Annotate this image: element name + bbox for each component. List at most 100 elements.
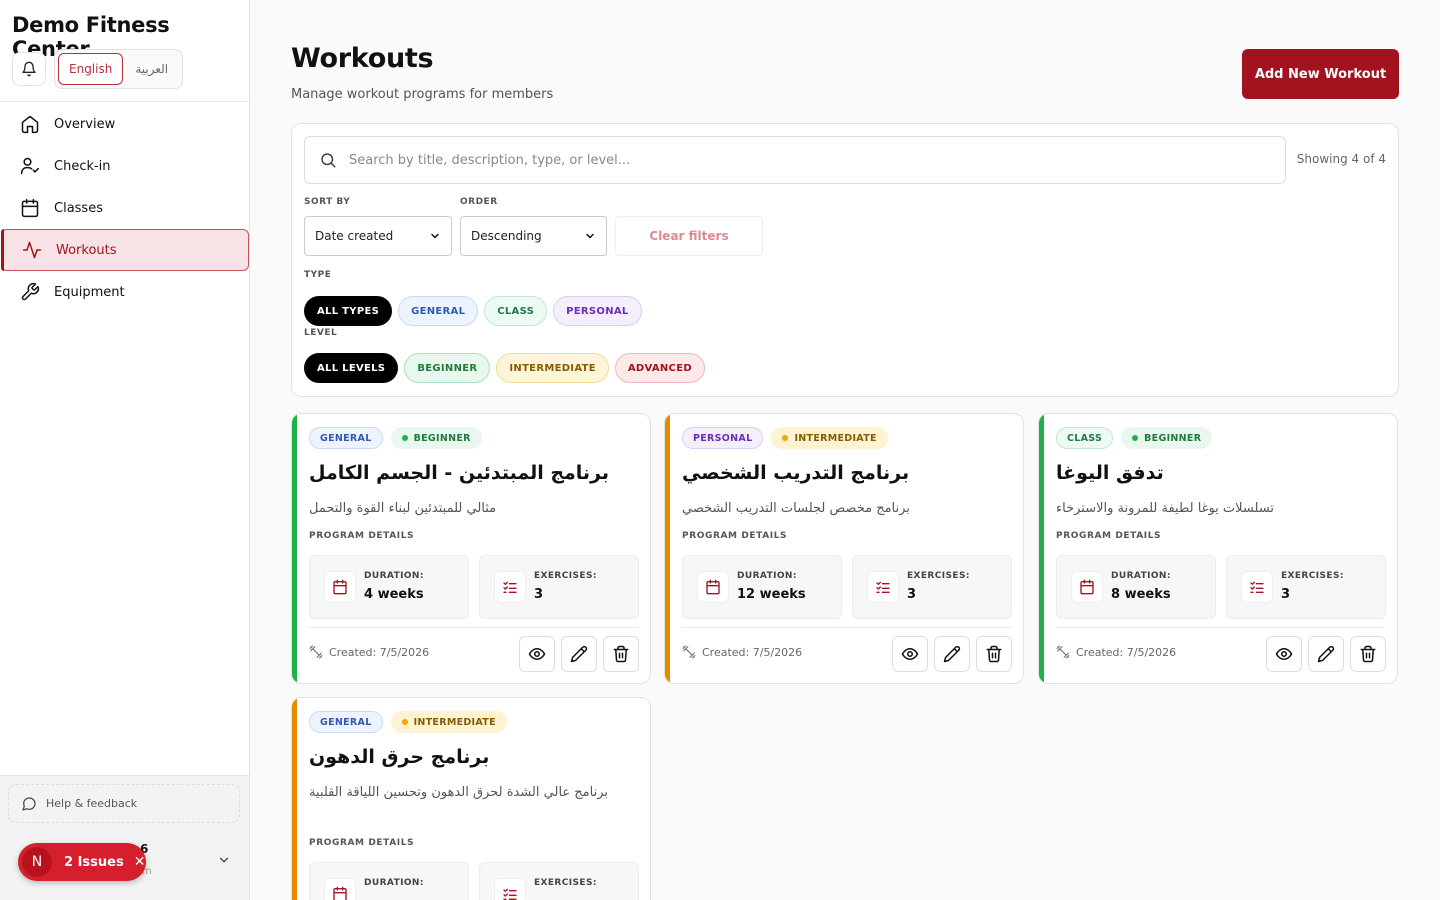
- list-checks-icon: [494, 878, 526, 900]
- view-button[interactable]: [519, 636, 555, 672]
- level-dot: [782, 435, 789, 441]
- notifications-button[interactable]: [12, 52, 46, 86]
- created-date: Created: 7/5/2026: [309, 645, 429, 659]
- sort-by-value: Date created: [315, 229, 394, 243]
- type-chip-personal[interactable]: PERSONAL: [553, 296, 642, 326]
- workout-title: برنامج حرق الدهون: [309, 746, 490, 768]
- sidebar-nav: Overview Check-in Classes Workouts Equip…: [0, 103, 249, 313]
- lang-english-button[interactable]: English: [58, 53, 124, 85]
- calendar-icon: [697, 571, 729, 603]
- card-accent-stripe: [292, 414, 297, 683]
- workout-description: برنامج مخصص لجلسات التدريب الشخصي: [682, 501, 910, 516]
- card-divider: [682, 627, 1011, 628]
- add-workout-button[interactable]: Add New Workout: [1242, 49, 1399, 99]
- clear-filters-button[interactable]: Clear filters: [615, 216, 763, 256]
- trash-icon: [613, 645, 629, 663]
- home-icon: [21, 115, 39, 134]
- card-accent-stripe: [292, 698, 297, 900]
- language-switcher: English العربية: [54, 49, 183, 89]
- order-select[interactable]: Descending: [460, 216, 607, 256]
- user-menu-toggle[interactable]: [217, 852, 231, 871]
- exercises-stat: EXERCISES:: [479, 862, 639, 900]
- edit-button[interactable]: [1308, 636, 1344, 672]
- help-label: Help & feedback: [46, 797, 138, 810]
- delete-button[interactable]: [976, 636, 1012, 672]
- order-value: Descending: [471, 229, 542, 243]
- activity-icon: [22, 241, 42, 259]
- duration-value: 12 weeks: [737, 587, 806, 602]
- exercises-label: EXERCISES:: [534, 878, 597, 888]
- chevron-down-icon: [219, 857, 229, 863]
- card-divider: [309, 627, 638, 628]
- exercises-stat: EXERCISES: 3: [852, 555, 1012, 619]
- workout-title: برنامج المبتدئين - الجسم الكامل: [309, 462, 610, 484]
- type-chip-general[interactable]: GENERAL: [398, 296, 479, 326]
- level-badge: BEGINNER: [390, 427, 482, 449]
- level-label: LEVEL: [304, 328, 338, 338]
- filters-panel: Search by title, description, type, or l…: [291, 123, 1399, 397]
- sidebar-item-check-in[interactable]: Check-in: [0, 145, 249, 187]
- created-text: Created: 7/5/2026: [702, 645, 803, 659]
- sidebar-item-classes[interactable]: Classes: [0, 187, 249, 229]
- level-chip-intermediate[interactable]: INTERMEDIATE: [496, 353, 609, 383]
- program-details-label: PROGRAM DETAILS: [309, 838, 415, 848]
- view-button[interactable]: [1266, 636, 1302, 672]
- exercises-label: EXERCISES:: [907, 571, 970, 581]
- level-chips: ALL LEVELS BEGINNER INTERMEDIATE ADVANCE…: [304, 353, 705, 383]
- type-chip-all[interactable]: ALL TYPES: [304, 296, 393, 326]
- eye-icon: [901, 648, 919, 660]
- sidebar-item-workouts[interactable]: Workouts: [1, 229, 249, 271]
- program-details-label: PROGRAM DETAILS: [309, 531, 415, 541]
- list-checks-icon: [494, 571, 526, 603]
- workout-description: تسلسلات يوغا لطيفة للمرونة والاسترخاء: [1056, 501, 1275, 516]
- search-input[interactable]: Search by title, description, type, or l…: [304, 136, 1286, 184]
- calendar-icon: [1071, 571, 1103, 603]
- edit-button[interactable]: [561, 636, 597, 672]
- sort-by-select[interactable]: Date created: [304, 216, 452, 256]
- help-feedback-button[interactable]: Help & feedback: [8, 784, 240, 823]
- card-accent-stripe: [665, 414, 670, 683]
- sidebar-item-label: Overview: [54, 116, 116, 132]
- delete-button[interactable]: [1350, 636, 1386, 672]
- issues-badge[interactable]: N 2 Issues ✕: [18, 843, 146, 881]
- level-chip-beginner[interactable]: BEGINNER: [404, 353, 491, 383]
- dumbbell-icon: [309, 645, 323, 659]
- workout-card: GENERAL INTERMEDIATE برنامج حرق الدهون ب…: [291, 697, 651, 900]
- level-chip-advanced[interactable]: ADVANCED: [614, 353, 705, 383]
- sidebar-item-equipment[interactable]: Equipment: [0, 271, 249, 313]
- sidebar-divider: [0, 101, 249, 102]
- main-content: Workouts Manage workout programs for mem…: [250, 0, 1440, 900]
- type-chip-class[interactable]: CLASS: [484, 296, 548, 326]
- search-icon: [321, 153, 336, 168]
- workout-card: PERSONAL INTERMEDIATE برنامج التدريب الش…: [664, 413, 1024, 684]
- type-badge: PERSONAL: [682, 427, 764, 449]
- level-chip-all[interactable]: ALL LEVELS: [304, 353, 399, 383]
- level-badge: INTERMEDIATE: [771, 427, 888, 449]
- duration-stat: DURATION: 4 weeks: [309, 555, 469, 619]
- created-text: Created: 7/5/2026: [1076, 645, 1177, 659]
- delete-button[interactable]: [603, 636, 639, 672]
- workout-card: CLASS BEGINNER تدفق اليوغا تسلسلات يوغا …: [1038, 413, 1398, 684]
- issues-avatar: N: [22, 847, 52, 877]
- close-icon[interactable]: ✕: [134, 854, 146, 870]
- exercises-label: EXERCISES:: [534, 571, 597, 581]
- edit-button[interactable]: [934, 636, 970, 672]
- sidebar-footer: Help & feedback 6 ym N 2 Issues ✕: [0, 775, 249, 900]
- type-badge: GENERAL: [309, 711, 383, 733]
- level-badge: INTERMEDIATE: [390, 711, 507, 733]
- eye-icon: [528, 648, 546, 660]
- view-button[interactable]: [892, 636, 928, 672]
- level-dot: [401, 719, 408, 725]
- order-label: ORDER: [460, 197, 498, 207]
- type-badge: GENERAL: [309, 427, 383, 449]
- level-badge: BEGINNER: [1121, 427, 1213, 449]
- chevron-down-icon: [586, 233, 594, 239]
- lang-arabic-button[interactable]: العربية: [125, 53, 178, 85]
- workout-title: تدفق اليوغا: [1056, 462, 1164, 484]
- sidebar-item-overview[interactable]: Overview: [0, 103, 249, 145]
- sidebar: Demo Fitness Center English العربية Over…: [0, 0, 250, 900]
- pencil-icon: [943, 645, 961, 663]
- card-badges: CLASS BEGINNER: [1056, 427, 1213, 449]
- card-badges: PERSONAL INTERMEDIATE: [682, 427, 888, 449]
- search-placeholder: Search by title, description, type, or l…: [349, 152, 631, 168]
